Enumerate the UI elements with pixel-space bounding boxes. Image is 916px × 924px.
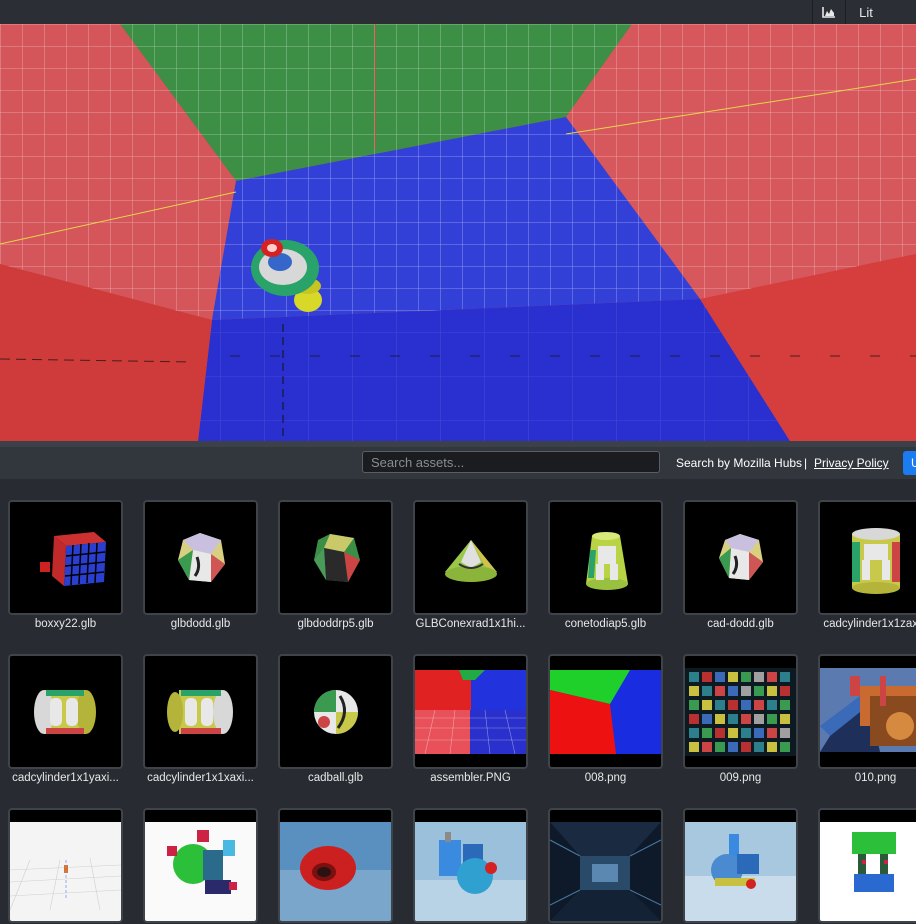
asset-thumbnail	[8, 654, 123, 769]
asset-name: cadcylinder1x1yaxi...	[12, 772, 119, 784]
asset-tile[interactable]	[818, 808, 916, 924]
asset-tile[interactable]	[8, 808, 123, 924]
chart-area-icon	[822, 7, 835, 18]
asset-thumbnail	[683, 500, 798, 615]
asset-thumbnail	[548, 500, 663, 615]
asset-name: cadball.glb	[308, 772, 363, 784]
render-mode-button[interactable]: Lit	[846, 0, 886, 24]
asset-thumbnail	[413, 500, 528, 615]
scene-viewport[interactable]	[0, 24, 916, 441]
asset-grid: boxxy22.glb glbdodd.glb glbdoddrp5.glb G…	[0, 479, 916, 923]
asset-name: cadcylinder1x1xaxi...	[147, 772, 254, 784]
asset-tile[interactable]: boxxy22.glb	[8, 500, 123, 630]
privacy-policy-link[interactable]: Privacy Policy	[814, 456, 889, 470]
asset-thumbnail	[548, 654, 663, 769]
asset-thumbnail	[8, 500, 123, 615]
asset-name: 009.png	[719, 772, 762, 784]
search-provider-text: Search by Mozilla Hubs	[676, 456, 803, 470]
search-input[interactable]	[362, 451, 660, 473]
asset-tile[interactable]: cadball.glb	[278, 654, 393, 784]
asset-tile[interactable]	[143, 808, 258, 924]
asset-tile[interactable]	[413, 808, 528, 924]
asset-thumbnail	[683, 808, 798, 923]
asset-name: boxxy22.glb	[34, 618, 97, 630]
asset-tile[interactable]: cadcylinder1x1zax...	[818, 500, 916, 630]
scene-canvas[interactable]	[0, 24, 916, 441]
separator: |	[804, 456, 808, 470]
asset-name: assembler.PNG	[430, 772, 511, 784]
asset-thumbnail	[143, 500, 258, 615]
asset-tile[interactable]: 009.png	[683, 654, 798, 784]
asset-thumbnail	[8, 808, 123, 923]
asset-thumbnail	[413, 808, 528, 923]
upload-button[interactable]: U	[903, 451, 916, 475]
asset-thumbnail	[143, 808, 258, 923]
asset-thumbnail	[278, 500, 393, 615]
render-mode-label: Lit	[859, 4, 873, 20]
asset-tile[interactable]: assembler.PNG	[413, 654, 528, 784]
asset-name: conetodiap5.glb	[564, 618, 647, 630]
asset-name: cadcylinder1x1zax...	[823, 618, 916, 630]
asset-thumbnail	[818, 654, 916, 769]
asset-thumbnail	[278, 654, 393, 769]
asset-tile[interactable]: cad-dodd.glb	[683, 500, 798, 630]
asset-thumbnail	[413, 654, 528, 769]
asset-tile[interactable]	[548, 808, 663, 924]
asset-tile[interactable]: cadcylinder1x1xaxi...	[143, 654, 258, 784]
asset-thumbnail	[818, 500, 916, 615]
asset-tile[interactable]	[683, 808, 798, 924]
asset-tile[interactable]: 008.png	[548, 654, 663, 784]
asset-name: GLBConexrad1x1hi...	[415, 618, 526, 630]
asset-thumbnail	[818, 808, 916, 923]
asset-tile[interactable]	[278, 808, 393, 924]
asset-tile[interactable]: cadcylinder1x1yaxi...	[8, 654, 123, 784]
asset-tile[interactable]: conetodiap5.glb	[548, 500, 663, 630]
asset-thumbnail	[683, 654, 798, 769]
asset-tile[interactable]: glbdodd.glb	[143, 500, 258, 630]
asset-thumbnail	[143, 654, 258, 769]
stats-button[interactable]	[813, 0, 845, 24]
asset-name: glbdodd.glb	[170, 618, 231, 630]
asset-tile[interactable]: 010.png	[818, 654, 916, 784]
asset-thumbnail	[278, 808, 393, 923]
asset-thumbnail	[548, 808, 663, 923]
asset-tile[interactable]: GLBConexrad1x1hi...	[413, 500, 528, 630]
asset-name: 010.png	[854, 772, 897, 784]
asset-tile[interactable]: glbdoddrp5.glb	[278, 500, 393, 630]
asset-name: glbdoddrp5.glb	[297, 618, 374, 630]
asset-name: 008.png	[584, 772, 627, 784]
viewport-toolbar: Lit	[0, 0, 916, 24]
asset-name: cad-dodd.glb	[707, 618, 774, 630]
